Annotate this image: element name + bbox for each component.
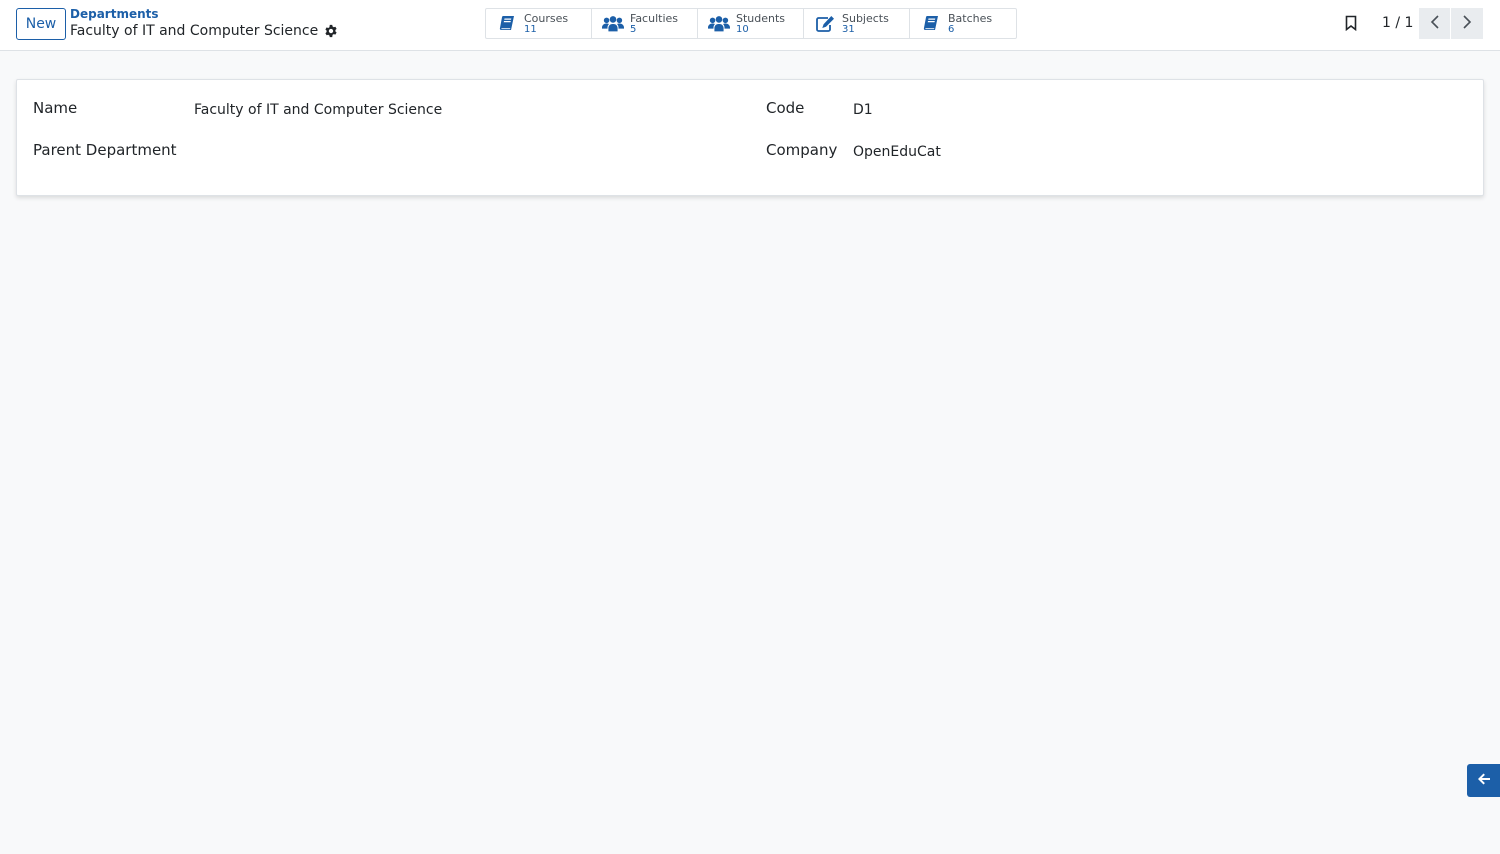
smart-button-label: Faculties bbox=[630, 11, 679, 25]
smart-button-label: Batches bbox=[948, 11, 993, 25]
smart-button-subjects[interactable]: Subjects 31 bbox=[804, 9, 910, 38]
form-sheet: Name Faculty of IT and Computer Science … bbox=[16, 79, 1484, 196]
code-field[interactable]: D1 bbox=[853, 102, 873, 118]
record-title-container: Faculty of IT and Computer Science bbox=[70, 23, 338, 39]
record-title: Faculty of IT and Computer Science bbox=[70, 23, 319, 39]
smart-buttons: Courses 11 Faculties 5 Students 10 Subjects… bbox=[485, 8, 1017, 39]
smart-button-courses[interactable]: Courses 11 bbox=[486, 9, 592, 38]
arrow-left-icon bbox=[1477, 771, 1491, 790]
chevron-right-icon bbox=[1462, 14, 1472, 34]
breadcrumb-departments[interactable]: Departments bbox=[70, 7, 159, 21]
users-icon bbox=[708, 14, 730, 34]
users-icon bbox=[602, 14, 624, 34]
smart-button-count: 5 bbox=[630, 23, 637, 35]
pager-next-button[interactable] bbox=[1451, 8, 1483, 39]
book-icon bbox=[920, 14, 942, 34]
smart-button-label: Subjects bbox=[842, 11, 889, 25]
code-label: Code bbox=[766, 99, 805, 117]
company-label: Company bbox=[766, 141, 838, 159]
smart-button-count: 11 bbox=[524, 23, 537, 35]
bookmark-icon[interactable] bbox=[1344, 15, 1360, 33]
name-field[interactable]: Faculty of IT and Computer Science bbox=[194, 102, 442, 118]
control-panel: New Departments Faculty of IT and Comput… bbox=[0, 0, 1500, 51]
chevron-left-icon bbox=[1430, 14, 1440, 34]
smart-button-count: 31 bbox=[842, 23, 855, 35]
name-label: Name bbox=[33, 99, 78, 117]
smart-button-label: Students bbox=[736, 11, 786, 25]
smart-button-count: 6 bbox=[948, 23, 955, 35]
parent-department-label: Parent Department bbox=[33, 141, 177, 159]
smart-button-faculties[interactable]: Faculties 5 bbox=[592, 9, 698, 38]
smart-button-count: 10 bbox=[736, 23, 749, 35]
smart-button-students[interactable]: Students 10 bbox=[698, 9, 804, 38]
gear-icon[interactable] bbox=[324, 24, 338, 38]
chatter-toggle-button[interactable] bbox=[1467, 764, 1500, 797]
smart-button-label: Courses bbox=[524, 11, 569, 25]
smart-button-batches[interactable]: Batches 6 bbox=[910, 9, 1016, 38]
parent-department-field[interactable] bbox=[194, 144, 494, 164]
book-icon bbox=[496, 14, 518, 34]
company-field[interactable]: OpenEduCat bbox=[853, 144, 941, 160]
edit-icon bbox=[814, 14, 836, 34]
pager-previous-button[interactable] bbox=[1419, 8, 1451, 39]
new-button[interactable]: New bbox=[16, 8, 66, 40]
pager-value[interactable]: 1 / 1 bbox=[1382, 15, 1413, 31]
